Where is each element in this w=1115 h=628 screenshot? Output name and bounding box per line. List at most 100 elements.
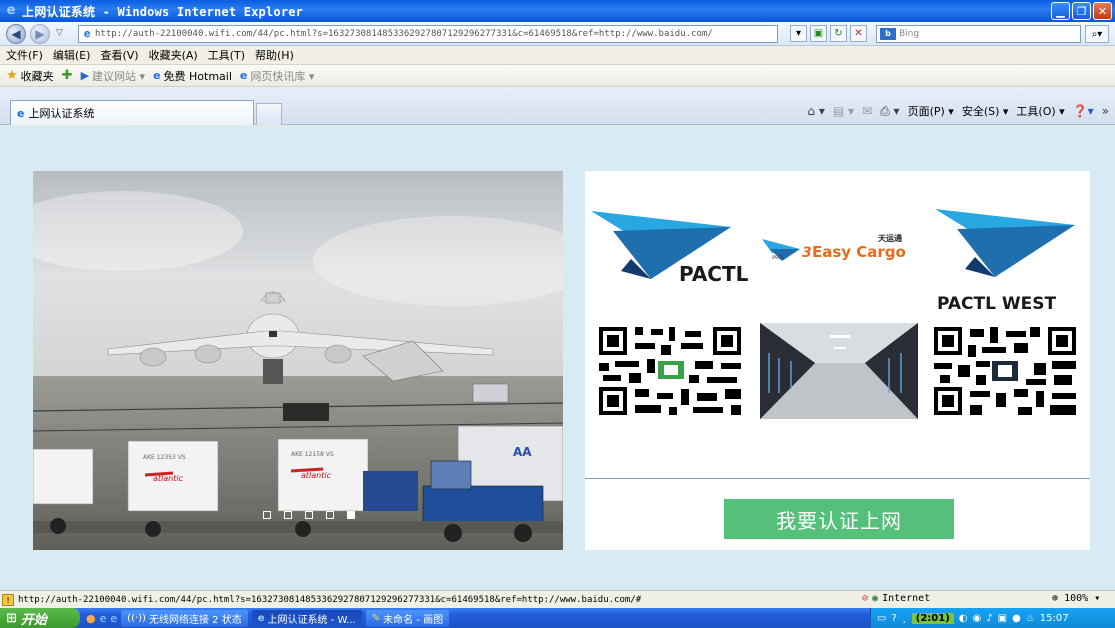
zone-label: Internet [882,593,931,604]
input-icon[interactable]: ¸ [902,613,907,624]
tray-icon-4[interactable]: ● [1012,613,1021,624]
zoom-control[interactable]: ⊕ 100% ▾ [1052,593,1100,604]
print-icon[interactable]: ⎙ ▾ [880,104,899,119]
add-favorite-button[interactable]: ✚ [62,68,73,83]
easy-cargo-prefix: PACTL [772,255,785,260]
hotmail-label: 免费 Hotmail [163,69,232,83]
slider-dot-1[interactable] [263,511,271,519]
menu-favorites[interactable]: 收藏夹(A) [149,47,198,63]
taskbar-item-paint[interactable]: ✎ 未命名 - 画图 [365,609,450,627]
favorites-button[interactable]: ★ 收藏夹 [6,68,54,84]
security-zone[interactable]: ⊘ ◉ Internet [862,593,930,604]
compatibility-icon[interactable]: ▣ [810,25,827,42]
quick-launch-ie-icon[interactable]: e [100,612,107,625]
web-slice-label: 网页快讯库 ▾ [250,69,315,83]
restore-button[interactable]: ❐ [1072,2,1091,20]
network-icon: ((·)) [127,612,146,624]
web-slice-icon: e [239,69,248,82]
slider-dot-2[interactable] [284,511,292,519]
home-icon[interactable]: ⌂ ▾ [807,104,824,118]
keyboard-icon[interactable]: ▭ [877,613,886,624]
tray-icon-3[interactable]: ▣ [998,613,1007,624]
warning-icon: ! [2,593,14,606]
hotmail-link[interactable]: e 免费 Hotmail [153,68,232,84]
quick-launch-ie2-icon[interactable]: e [110,612,117,625]
mail-icon[interactable]: ✉ [862,104,872,118]
forward-button[interactable]: ▶ [30,24,50,44]
clock: 15:07 [1039,612,1069,624]
help-tray-icon[interactable]: ? [891,613,896,624]
popup-blocked-icon: ⊘ [862,593,869,604]
taskbar-item-ie[interactable]: e 上网认证系统 - W... [251,609,362,627]
address-input[interactable]: e http://auth-22100040.wifi.com/44/pc.ht… [78,25,778,43]
container2-label: AKE 12158 VS [291,451,334,458]
system-tray: ▭ ? ¸ (2:01) ◐ ◉ ♪ ▣ ● ♨ 15:07 [870,608,1115,628]
server-room-photo [760,323,918,419]
taskbar-item-network[interactable]: ((·)) 无线网络连接 2 状态 [121,609,248,627]
slider-dot-4[interactable] [326,511,334,519]
back-button[interactable]: ◀ [6,24,26,44]
container2-brand: atlantic [301,471,332,480]
slider-dot-3[interactable] [305,511,313,519]
status-bar: ! http://auth-22100040.wifi.com/44/pc.ht… [0,590,1115,608]
image-slider[interactable]: AKE 12353 VS atlantic AKE 12158 VS atlan… [33,171,563,550]
aa-label: AA [513,445,532,459]
stop-button[interactable]: ✕ [850,25,867,42]
window-titlebar[interactable]: e 上网认证系统 - Windows Internet Explorer ▁ ❐… [0,0,1115,22]
web-slice-gallery-link[interactable]: e 网页快讯库 ▾ [240,68,315,84]
status-url: ! http://auth-22100040.wifi.com/44/pc.ht… [0,593,641,606]
menu-view[interactable]: 查看(V) [100,47,138,63]
tools-menu[interactable]: 工具(O) ▾ [1016,103,1064,119]
new-tab-button[interactable] [256,103,282,125]
taskbar-ie-icon: e [257,612,265,624]
connect-internet-button[interactable]: 我要认证上网 [724,499,954,539]
address-url: http://auth-22100040.wifi.com/44/pc.html… [95,29,713,39]
menu-help[interactable]: 帮助(H) [255,47,294,63]
suggested-sites-link[interactable]: ▶ 建议网站 ▾ [81,68,146,84]
magnifier-icon: ⊕ [1052,593,1059,604]
page-content: AKE 12353 VS atlantic AKE 12158 VS atlan… [0,126,1115,590]
window-controls: ▁ ❐ ✕ [1051,2,1112,20]
suggested-sites-icon: ▶ [80,69,90,82]
refresh-button[interactable]: ↻ [830,25,847,42]
address-dropdown-button[interactable]: ▾ [790,25,807,42]
pactl-text: PACTL [679,262,749,286]
page-icon: e [83,27,91,40]
pactl-logo: PACTL [591,211,749,286]
page-menu[interactable]: 页面(P) ▾ [908,103,954,119]
history-dropdown-icon[interactable]: ▽ [56,28,63,38]
menu-file[interactable]: 文件(F) [6,47,43,63]
bing-icon: b [880,28,896,40]
favorites-label: 收藏夹 [20,69,54,83]
help-icon[interactable]: ❓▾ [1073,104,1094,118]
menu-edit[interactable]: 编辑(E) [53,47,91,63]
volume-icon[interactable]: ♪ [986,613,992,624]
window-title: 上网认证系统 - Windows Internet Explorer [22,4,304,19]
safety-menu[interactable]: 安全(S) ▾ [962,103,1009,119]
quick-launch-firefox-icon[interactable]: ● [86,612,96,625]
search-input[interactable]: b Bing [876,25,1081,43]
start-label: 开始 [20,612,47,628]
search-button[interactable]: ⌕▾ [1085,25,1109,43]
panel-divider [585,478,1090,479]
tab-auth-system[interactable]: e 上网认证系统 [10,100,254,125]
menu-tools[interactable]: 工具(T) [208,47,245,63]
tray-icon-1[interactable]: ◐ [959,613,968,624]
address-tools: ▾ ▣ ↻ ✕ [790,25,867,42]
minimize-button[interactable]: ▁ [1051,2,1070,20]
zoom-dropdown-icon: ▾ [1094,593,1101,604]
menu-bar: 文件(F) 编辑(E) 查看(V) 收藏夹(A) 工具(T) 帮助(H) [0,46,1115,65]
close-button[interactable]: ✕ [1093,2,1112,20]
svg-text:3: 3 [802,245,812,261]
more-chevron-icon[interactable]: » [1102,104,1109,118]
tab-bar: e 上网认证系统 ⌂ ▾ ▤ ▾ ✉ ⎙ ▾ 页面(P) ▾ 安全(S) ▾ 工… [0,87,1115,125]
slider-dot-5[interactable] [347,511,355,519]
feeds-icon[interactable]: ▤ ▾ [833,104,854,118]
container1-brand: atlantic [153,474,184,483]
quick-launch: ● e e [86,612,117,625]
easy-cargo-cn: 天运通 [878,233,902,243]
easy-cargo-text: Easy Cargo [812,243,906,261]
start-button[interactable]: ⊞ 开始 [0,608,80,628]
tray-icon-2[interactable]: ◉ [973,613,982,624]
tray-icon-5[interactable]: ♨ [1026,613,1035,624]
